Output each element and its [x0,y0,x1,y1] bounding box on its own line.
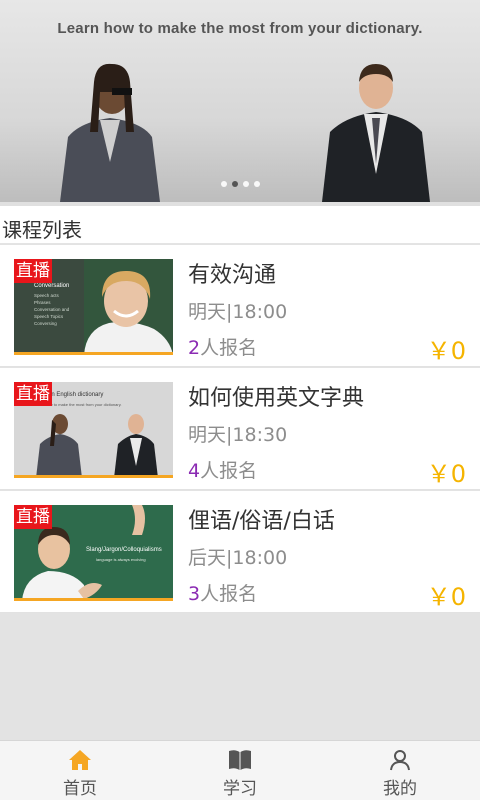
tab-label-study: 学习 [223,779,257,799]
banner-dot-active[interactable] [232,181,238,187]
live-badge: 直播 [14,382,52,406]
book-icon [229,750,251,770]
user-icon [390,750,410,771]
enroll-info: 2人报名 [188,333,257,360]
thumbnail-accent-bar [14,475,173,478]
course-title[interactable]: 俚语/俗语/白话 [188,503,335,535]
enroll-info: 3人报名 [188,579,257,606]
thumb-text-5: Speech Topics [34,314,64,319]
course-list-header: 课程列表 [0,202,480,244]
live-badge: 直播 [14,259,52,283]
enroll-suffix: 人报名 [200,337,258,359]
enroll-count: 2 [188,337,201,359]
tab-study[interactable]: 学习 [160,741,320,800]
thumb-text-1: Conversation [34,283,69,289]
banner-person-left [60,63,160,202]
enroll-suffix: 人报名 [200,460,258,482]
course-item-effective-communication[interactable]: Conversation Speech acts Phrases Convers… [0,245,480,367]
enroll-count: 4 [188,460,201,482]
course-price: ￥0 [426,460,466,488]
bottom-tab-bar: 首页 学习 我的 [0,740,480,800]
course-thumbnail[interactable]: an English dictionary Learn how to make … [14,382,173,478]
thumb-text-2: Speech acts [34,293,60,298]
section-title: 课程列表 [2,218,82,242]
banner-person-right [322,64,430,202]
course-item-slang[interactable]: Slang/Jargon/Colloquialisms language is … [0,491,480,613]
tab-label-home: 首页 [63,779,97,799]
hero-banner[interactable]: Learn how to make the most from your dic… [0,0,480,202]
course-price: ￥0 [426,337,466,365]
banner-dot[interactable] [254,181,260,187]
live-badge: 直播 [14,505,52,529]
course-title[interactable]: 如何使用英文字典 [188,380,364,412]
course-time: 明天|18:30 [188,424,288,446]
thumb-text-1: an English dictionary [48,392,103,398]
tab-profile[interactable]: 我的 [320,741,480,800]
course-thumbnail[interactable]: Conversation Speech acts Phrases Convers… [14,259,173,355]
thumbnail-accent-bar [14,352,173,355]
thumbnail-accent-bar [14,598,173,601]
banner-pagination[interactable] [221,181,260,187]
tab-label-profile: 我的 [383,779,417,799]
course-price: ￥0 [426,583,466,611]
enroll-count: 3 [188,583,201,605]
thumb-text-3: Phrases [34,300,51,305]
tab-home[interactable]: 首页 [0,741,160,800]
course-time: 后天|18:00 [188,547,288,569]
thumb-text-4: Conversation and [34,307,70,312]
banner-dot[interactable] [243,181,249,187]
course-title[interactable]: 有效沟通 [188,257,276,289]
course-thumbnail[interactable]: Slang/Jargon/Colloquialisms language is … [14,505,173,601]
banner-dot[interactable] [221,181,227,187]
enroll-info: 4人报名 [188,456,257,483]
course-time: 明天|18:00 [188,301,288,323]
banner-caption: Learn how to make the most from your dic… [57,20,423,37]
thumb-text-1: Slang/Jargon/Colloquialisms [86,547,162,553]
home-icon [69,750,91,770]
thumb-text-2: language is always evolving [96,557,146,562]
thumb-text-6: Conversing [34,321,57,326]
enroll-suffix: 人报名 [200,583,258,605]
course-item-english-dictionary[interactable]: an English dictionary Learn how to make … [0,368,480,490]
